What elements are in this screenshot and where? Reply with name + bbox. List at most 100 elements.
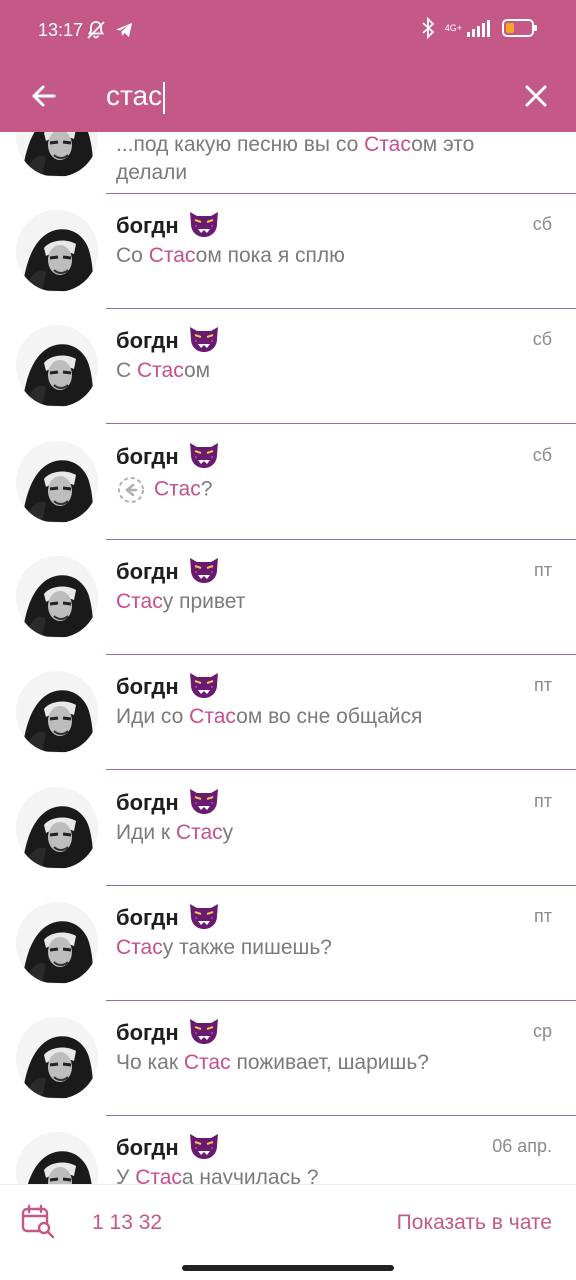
message-date: сб [532,214,552,234]
snippet-after: ом [183,359,211,383]
chat-result-row[interactable]: богдн ср Чо как Стас поживает, шаришь? [0,1001,576,1117]
calendar-search-icon [21,1204,55,1239]
panther-emoji-icon [189,1019,218,1045]
search-highlight: Стас [148,244,196,267]
snippet-after: ом пока я сплю [195,244,345,267]
panther-emoji-icon [189,788,218,814]
search-highlight: Стас [183,1051,231,1075]
chat-result-row[interactable]: богдн пт Стасу привет [0,540,576,655]
status-left-icons [86,20,134,40]
avatar [16,210,98,292]
status-right-icons: 4G+ [421,17,538,39]
sender-name-text: богдн [116,328,179,354]
sender-name: богдн [116,669,221,705]
sender-name-text: богдн [116,674,179,700]
search-highlight: Стас [175,820,223,844]
message-date: 06 апр. [492,1136,552,1157]
avatar [16,671,98,754]
arrow-left-icon [32,85,56,107]
search-highlight: Стас [189,705,237,729]
snippet-after: ом это [411,133,475,156]
snippet-after: у привет [162,589,246,613]
search-toolbar: стас [0,60,576,132]
message-date: сб [532,444,552,465]
avatar [16,1017,98,1100]
sender-name-text: богдн [116,213,179,238]
sender-name: богдн [116,785,221,821]
message-date: ср [532,1021,552,1042]
telegram-icon [116,23,132,37]
avatar-image [16,210,98,292]
message-snippet: С Стасом [116,359,552,383]
avatar-image [16,440,98,523]
clear-search-button[interactable] [514,74,558,118]
avatar-image [16,132,98,177]
message-date: пт [534,790,552,811]
back-button[interactable] [22,74,66,118]
chat-result-row[interactable]: богдн пт Стасу также пишешь? [0,886,576,1001]
sender-name: богдн [116,208,221,244]
chat-result-row[interactable]: богдн 06 апр. У Стаса научилась ? [0,1116,576,1184]
sender-name-text: богдн [116,558,179,584]
chat-result-row[interactable]: богдн сб С Стасом [0,309,576,425]
battery-icon [502,19,537,37]
sender-name-text: богдн [116,1020,179,1046]
close-icon [525,85,547,107]
panther-emoji-icon [189,1134,218,1160]
avatar-image [16,1132,98,1184]
message-snippet: Стасу также пишешь? [116,936,552,960]
emoji-status [187,1130,221,1166]
search-query: стас [106,80,163,111]
search-highlight: Стас [135,1166,182,1184]
chat-result-row[interactable]: богдн пт Иди со Стасом во сне общайся [0,655,576,771]
panther-emoji-icon [189,442,218,468]
sender-name-text: богдн [116,789,179,815]
sender-name: богдн [116,1130,221,1166]
result-counter: 1 13 32 [92,1211,163,1234]
emoji-status [187,323,221,359]
snippet-before: С [116,359,137,383]
emoji-status [187,1015,221,1051]
message-date: пт [534,905,552,926]
avatar [16,786,98,869]
reply-icon [118,476,144,503]
snippet-after: у также пишешь? [162,935,332,959]
sender-name: богдн [116,439,221,475]
home-indicator[interactable] [182,1265,394,1271]
sender-name-text: богдн [116,1135,179,1161]
avatar [16,555,98,638]
message-snippet: Стас? [116,475,552,505]
search-highlight: Стас [116,589,163,613]
avatar [16,901,98,984]
snippet-before: Чо как [116,1051,184,1075]
chat-result-row[interactable]: богдн пт Иди к Стасу [0,771,576,886]
avatar-image [16,786,98,869]
search-input[interactable]: стас [106,76,166,116]
snippet-before: У [116,1166,136,1184]
sender-name: богдн [116,900,221,936]
sender-name: богдн [116,1015,221,1051]
chat-result-row[interactable]: богдн сб Со Стасом пока я сплю [0,194,576,309]
snippet-before: Иди со [116,705,190,729]
message-snippet: У Стаса научилась ? [116,1166,552,1184]
snippet-before: Со [116,244,149,267]
sender-name-text: богдн [116,904,179,930]
snippet-after: поживает, шаришь? [230,1051,429,1075]
show-in-chat-button[interactable]: Показать в чате [397,1211,552,1235]
snippet-before: ...под какую песню вы со [116,133,365,156]
message-snippet: Чо как Стас поживает, шаришь? [116,1051,552,1075]
signal-icon [467,20,490,37]
snippet-after: у [222,820,234,844]
chat-result-row[interactable]: богдн сб Стас? [0,425,576,540]
search-highlight: Стас [116,935,163,959]
message-snippet: ...под какую песню вы со Стасом это [116,133,552,157]
message-date: сб [532,329,552,350]
message-snippet: Со Стасом пока я сплю [116,244,552,268]
calendar-search-button[interactable] [20,1203,60,1243]
message-snippet-line2: делали [116,161,188,184]
panther-emoji-icon [189,557,218,583]
chat-result-row[interactable]: ...под какую песню вы со Стасом это делал… [0,132,576,194]
network-label: 4G+ [444,22,462,33]
search-results-list: ...под какую песню вы со Стасом это делал… [0,132,576,1184]
avatar-image [16,1017,98,1100]
